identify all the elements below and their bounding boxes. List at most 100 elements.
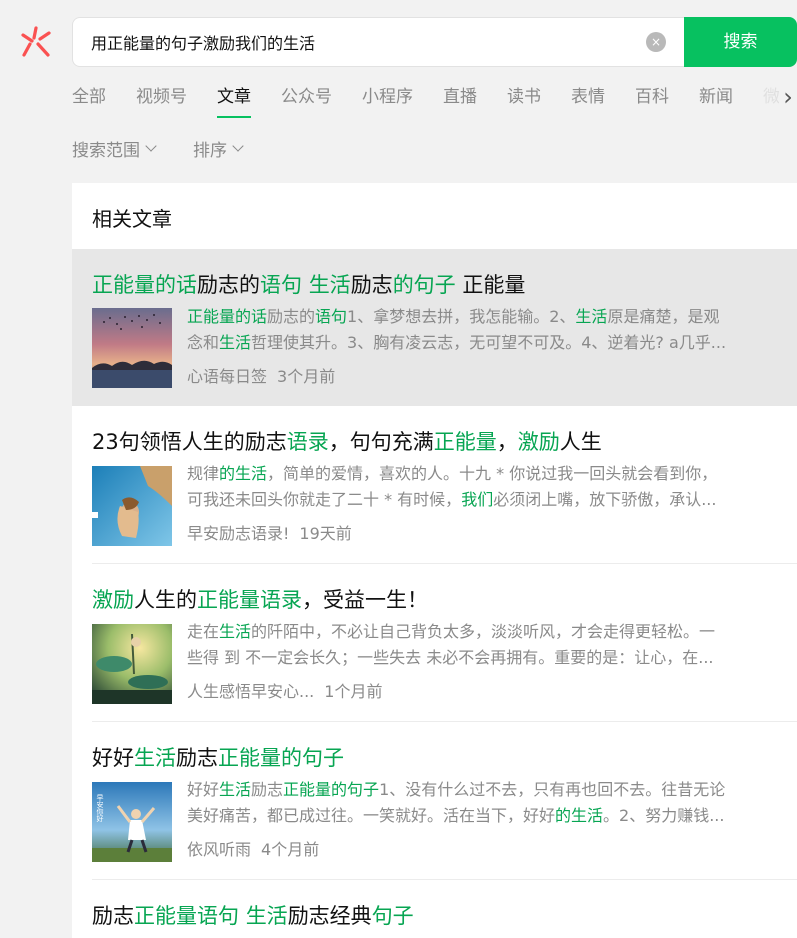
- result-source[interactable]: 心语每日签: [187, 367, 267, 386]
- keyword-highlight: 语句: [315, 307, 348, 326]
- result-time: 4个月前: [261, 840, 320, 859]
- keyword-highlight: 正能量的句子: [218, 746, 344, 770]
- text-segment: 1、拿梦想去拼，我怎能输。2、: [347, 307, 576, 326]
- tab-bar: 全部 视频号 文章 公众号 小程序 直播 读书 表情 百科 新闻 微: [72, 84, 780, 120]
- keyword-highlight: 的生活: [555, 806, 604, 825]
- thumbnail-caption: 早安你好: [96, 794, 104, 823]
- result-meta: 依风听雨 4个月前: [187, 836, 319, 860]
- sort-filter-label: 排序: [193, 141, 227, 161]
- text-segment: 。2、努力赚钱...: [603, 806, 725, 825]
- tab-articles[interactable]: 文章: [217, 84, 251, 118]
- keyword-highlight: 生活: [245, 904, 288, 928]
- result-time: 19天前: [299, 524, 352, 543]
- tab-mini-programs[interactable]: 小程序: [362, 84, 413, 118]
- result-source[interactable]: 早安励志语录!: [187, 524, 289, 543]
- tab-official-accounts[interactable]: 公众号: [281, 84, 332, 118]
- result-thumbnail: [92, 466, 172, 546]
- text-segment: 励志: [251, 780, 284, 799]
- result-item[interactable]: 23句领悟人生的励志语录，句句充满正能量，激励人生 规律的生活，简单的爱情，喜欢…: [72, 406, 797, 564]
- keyword-highlight: 的生活: [219, 464, 268, 483]
- keyword-highlight: 正能量的句子: [283, 780, 380, 799]
- text-segment: 人生: [559, 430, 602, 454]
- text-segment: 走在: [187, 622, 220, 641]
- result-title[interactable]: 正能量的话励志的语句 生活励志的句子 正能量: [92, 269, 525, 299]
- text-segment: 励志经典: [287, 904, 372, 928]
- text-segment: 哲理使其升。3、胸有凌云志，无可望不可及。4、逆着光? a几乎...: [251, 333, 727, 352]
- keyword-highlight: 生活: [219, 333, 252, 352]
- weixin-search-logo-icon[interactable]: [18, 24, 54, 60]
- text-segment: 些得 到 不一定会长久；一些失去 未必不会再拥有。重要的是：让心，在...: [187, 648, 714, 667]
- result-meta: 心语每日签 3个月前: [187, 363, 335, 387]
- section-title: 相关文章: [92, 207, 172, 231]
- keyword-highlight: 我们: [461, 490, 494, 509]
- text-segment: 好好: [92, 746, 134, 770]
- chevron-down-icon: [145, 140, 157, 152]
- tab-encyclopedia[interactable]: 百科: [635, 84, 669, 118]
- tab-news[interactable]: 新闻: [699, 84, 733, 118]
- results-panel: 相关文章 正能量的话励志的语句 生活励志的句子 正能量 正能量的话励志的语句1、…: [72, 183, 797, 938]
- text-segment: [239, 904, 246, 928]
- keyword-highlight: 正能量语句: [134, 904, 239, 928]
- text-segment: 23句领悟人生的励志: [92, 430, 287, 454]
- result-title[interactable]: 好好生活励志正能量的句子: [92, 742, 344, 772]
- result-snippet: 好好生活励志正能量的句子1、没有什么过不去，只有再也回不去。往昔无论 美好痛苦，…: [187, 777, 782, 829]
- sort-filter-dropdown[interactable]: 排序: [193, 136, 244, 161]
- result-title[interactable]: 23句领悟人生的励志语录，句句充满正能量，激励人生: [92, 426, 602, 456]
- text-segment: ，简单的爱情，喜欢的人。十九 * 你说过我一回头就会看到你，: [267, 464, 718, 483]
- search-input[interactable]: [91, 18, 631, 66]
- result-snippet: 走在生活的阡陌中，不必让自己背负太多，淡淡听风，才会走得更轻松。一 些得 到 不…: [187, 619, 782, 671]
- result-item[interactable]: 好好生活励志正能量的句子 早安你好 好好生活励志正能量的句子1、没有什么过不去，…: [72, 722, 797, 880]
- result-meta: 早安励志语录! 19天前: [187, 520, 352, 544]
- text-segment: 念和: [187, 333, 220, 352]
- result-source[interactable]: 依风听雨: [187, 840, 251, 859]
- text-segment: 原是痛楚，是观: [607, 307, 720, 326]
- text-segment: 必须闭上嘴，放下骄傲，承认...: [493, 490, 717, 509]
- keyword-highlight: 正能量的话: [187, 307, 268, 326]
- scope-filter-dropdown[interactable]: 搜索范围: [72, 136, 157, 161]
- result-item[interactable]: 激励人生的正能量语录，受益一生！ 走在生活的阡陌中，不必让自己背负太多，淡淡听风…: [72, 564, 797, 722]
- search-box: ×: [72, 17, 684, 67]
- tab-more-partial[interactable]: 微: [763, 84, 780, 118]
- keyword-highlight: 生活: [134, 746, 176, 770]
- tab-stickers[interactable]: 表情: [571, 84, 605, 118]
- result-time: 1个月前: [324, 682, 383, 701]
- keyword-highlight: 的句子: [392, 273, 456, 297]
- search-button[interactable]: 搜索: [684, 17, 797, 67]
- result-time: 3个月前: [277, 367, 336, 386]
- tab-channels[interactable]: 视频号: [136, 84, 187, 118]
- keyword-highlight: 生活: [219, 780, 252, 799]
- result-thumbnail: 早安你好: [92, 782, 172, 862]
- keyword-highlight: 生活: [575, 307, 608, 326]
- keyword-highlight: 语句: [260, 273, 302, 297]
- text-segment: 励志: [92, 904, 134, 928]
- text-segment: 励志的: [267, 307, 316, 326]
- text-segment: 好好: [187, 780, 220, 799]
- text-segment: ，受益一生！: [302, 588, 428, 612]
- chevron-right-icon[interactable]: ›: [779, 84, 797, 112]
- text-segment: [302, 273, 309, 297]
- scope-filter-label: 搜索范围: [72, 141, 140, 161]
- result-thumbnail: [92, 308, 172, 388]
- result-title[interactable]: 励志正能量语句 生活励志经典句子: [92, 900, 414, 930]
- text-segment: 正能量: [455, 273, 526, 297]
- tab-books[interactable]: 读书: [507, 84, 541, 118]
- result-item[interactable]: 正能量的话励志的语句 生活励志的句子 正能量 正能量的话励志的语句1、拿梦想去拼…: [72, 249, 797, 406]
- chevron-down-icon: [232, 140, 244, 152]
- clear-icon[interactable]: ×: [646, 32, 666, 52]
- result-thumbnail: [92, 624, 172, 704]
- result-item[interactable]: 励志正能量语句 生活励志经典句子: [72, 880, 797, 938]
- result-meta: 人生感悟早安心... 1个月前: [187, 678, 382, 702]
- text-segment: 励志: [176, 746, 218, 770]
- tab-live[interactable]: 直播: [443, 84, 477, 118]
- keyword-highlight: 句子: [371, 904, 414, 928]
- keyword-highlight: 语录: [286, 430, 329, 454]
- result-title[interactable]: 激励人生的正能量语录，受益一生！: [92, 584, 428, 614]
- text-segment: 的阡陌中，不必让自己背负太多，淡淡听风，才会走得更轻松。一: [251, 622, 716, 641]
- result-source[interactable]: 人生感悟早安心...: [187, 682, 314, 701]
- text-segment: 美好痛苦，都已成过往。一笑就好。活在当下，好好: [187, 806, 556, 825]
- text-segment: ，: [496, 430, 518, 454]
- tab-all[interactable]: 全部: [72, 84, 106, 118]
- keyword-highlight: 生活: [219, 622, 252, 641]
- keyword-highlight: 正能量的话: [92, 273, 197, 297]
- keyword-highlight: 正能量语录: [197, 588, 302, 612]
